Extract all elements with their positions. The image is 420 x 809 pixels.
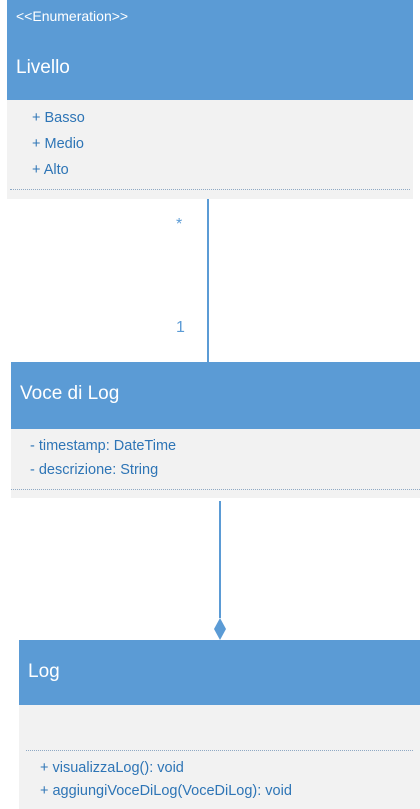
association-line[interactable] <box>207 199 209 362</box>
class-livello-body: + Basso + Medio + Alto <box>7 100 413 199</box>
class-voce-di-log-header: Voce di Log <box>11 362 420 429</box>
attribute-timestamp: - timestamp: DateTime <box>30 438 177 454</box>
enum-literal: + Alto <box>32 162 69 178</box>
class-livello[interactable]: <<Enumeration>> Livello + Basso + Medio … <box>7 0 413 199</box>
class-livello-header: <<Enumeration>> Livello <box>7 0 413 100</box>
multiplicity-livello-end: * <box>176 216 183 233</box>
class-log-header: Log <box>19 640 420 705</box>
class-log-body: + visualizzaLog(): void + aggiungiVoceDi… <box>19 705 420 809</box>
multiplicity-voce-end: 1 <box>176 319 185 336</box>
compartment-separator <box>11 489 420 490</box>
operation-visualizzalog: + visualizzaLog(): void <box>40 760 184 776</box>
class-voce-di-log-body: - timestamp: DateTime - descrizione: Str… <box>11 429 420 498</box>
class-livello-stereotype: <<Enumeration>> <box>16 8 129 24</box>
compartment-separator <box>10 189 410 190</box>
composition-diamond-icon <box>214 618 226 640</box>
class-livello-name: Livello <box>16 57 70 78</box>
compartment-separator <box>26 750 413 751</box>
enum-literal: + Basso <box>32 110 85 126</box>
enum-literal: + Medio <box>32 136 84 152</box>
composition-line[interactable] <box>219 501 221 618</box>
class-voce-di-log[interactable]: Voce di Log - timestamp: DateTime - desc… <box>11 362 420 498</box>
attribute-descrizione: - descrizione: String <box>30 462 159 478</box>
class-log[interactable]: Log + visualizzaLog(): void + aggiungiVo… <box>19 640 420 809</box>
class-voce-di-log-name: Voce di Log <box>20 383 120 404</box>
class-log-name: Log <box>28 661 60 682</box>
operation-aggiungivocedilog: + aggiungiVoceDiLog(VoceDiLog): void <box>40 783 292 799</box>
